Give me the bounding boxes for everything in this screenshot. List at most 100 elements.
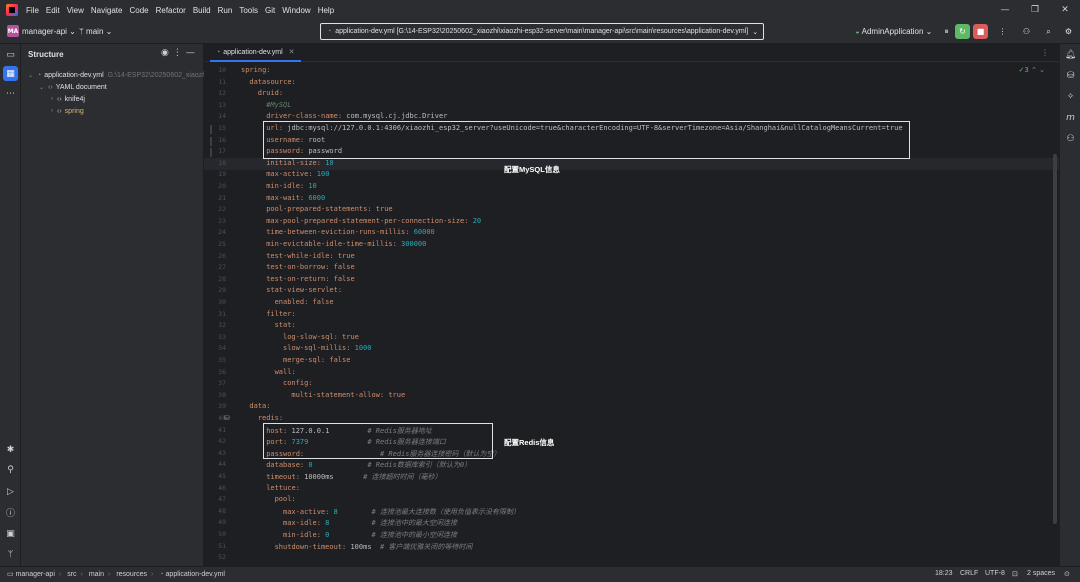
code-line[interactable]: multi-statement-allow: true: [291, 391, 405, 399]
code-line[interactable]: enabled: false: [275, 298, 334, 306]
menu-navigate[interactable]: Navigate: [91, 6, 123, 15]
code-line[interactable]: slow-sql-millis: 1000: [283, 344, 372, 352]
close-window-icon[interactable]: ✕: [1050, 0, 1080, 20]
project-selector[interactable]: manager-api ⌄: [22, 27, 76, 36]
add-user-icon[interactable]: ⚇: [1019, 24, 1034, 39]
file-encoding[interactable]: UTF-8: [985, 570, 1005, 577]
minimize-panel-icon[interactable]: —: [186, 48, 199, 58]
inspection-widget[interactable]: ✓3 ⌃ ⌄: [1018, 66, 1045, 74]
breadcrumb-item[interactable]: resources: [116, 571, 147, 578]
code-line[interactable]: driver-class-name: com.mysql.cj.jdbc.Dri…: [266, 112, 447, 120]
line-separator[interactable]: CRLF: [960, 570, 978, 577]
caret-position[interactable]: 18:23: [935, 570, 953, 577]
code-line[interactable]: #MySQL: [266, 101, 291, 109]
terminal-icon[interactable]: ▣: [3, 526, 18, 541]
restore-icon[interactable]: ❐: [1020, 0, 1050, 20]
menu-file[interactable]: File: [26, 6, 39, 15]
code-line[interactable]: max-pool-prepared-statement-per-connecti…: [266, 217, 481, 225]
minimize-icon[interactable]: —: [990, 0, 1020, 20]
problems-icon[interactable]: ⓘ: [3, 505, 18, 520]
breadcrumb-item[interactable]: src: [67, 571, 76, 578]
menu-refactor[interactable]: Refactor: [156, 6, 186, 15]
project-folder-icon[interactable]: ▭: [3, 47, 18, 62]
run-icon[interactable]: ▷: [3, 484, 18, 499]
vcs-icon[interactable]: ⊙: [1064, 570, 1070, 578]
close-tab-icon[interactable]: ✕: [289, 48, 295, 56]
code-line[interactable]: test-while-idle: true: [266, 252, 355, 260]
breadcrumb-item[interactable]: manager-api: [16, 571, 55, 578]
code-line[interactable]: shutdown-timeout: 100ms # 客户端优雅关闭的等待时间: [275, 542, 473, 552]
run-configuration-selector[interactable]: ◒ AdminApplication ⌄: [855, 27, 932, 36]
file-path-selector[interactable]: ◔ application-dev.yml [G:\14-ESP32\20250…: [320, 23, 764, 40]
code-line[interactable]: log-slow-sql: true: [283, 333, 359, 341]
change-marker[interactable]: [210, 136, 212, 146]
code-line[interactable]: lettuce:: [266, 484, 300, 492]
code-line[interactable]: data:: [249, 402, 270, 410]
database-icon[interactable]: ⛁: [1063, 68, 1078, 83]
stop-button[interactable]: ■: [973, 24, 988, 39]
tab-application-dev-yml[interactable]: ◔ application-dev.yml ✕: [210, 44, 301, 62]
more-tools-icon[interactable]: ⋯: [3, 86, 18, 101]
gradle-icon[interactable]: ⚇: [1063, 131, 1078, 146]
code-line[interactable]: pool-prepared-statements: true: [266, 205, 392, 213]
breadcrumb-item[interactable]: main: [89, 571, 104, 578]
menu-run[interactable]: Run: [218, 6, 233, 15]
code-line[interactable]: test-on-return: false: [266, 275, 355, 283]
options-menu-icon[interactable]: ⋮: [173, 48, 186, 58]
intellij-logo-icon[interactable]: [6, 4, 18, 16]
services-icon[interactable]: ⚲: [3, 462, 18, 477]
code-line[interactable]: max-active: 100: [266, 170, 329, 178]
pause-icon[interactable]: ⏸: [939, 24, 954, 39]
code-line[interactable]: timeout: 10000ms # 连接超时时间（毫秒）: [266, 472, 441, 482]
search-icon[interactable]: ⌕: [1041, 24, 1056, 39]
tree-yaml-document[interactable]: ⌄ ‹› YAML document: [39, 81, 107, 93]
menu-view[interactable]: View: [67, 6, 84, 15]
code-line[interactable]: min-idle: 10: [266, 182, 317, 190]
vertical-scrollbar[interactable]: [1053, 154, 1057, 524]
code-line[interactable]: stat-view-servlet:: [266, 286, 342, 294]
code-line[interactable]: merge-sql: false: [283, 356, 350, 364]
project-badge[interactable]: MA: [7, 25, 19, 37]
rerun-button[interactable]: ↻: [955, 24, 970, 39]
maven-icon[interactable]: m: [1063, 110, 1078, 125]
code-line[interactable]: config:: [283, 379, 313, 387]
structure-icon[interactable]: ▦: [3, 66, 18, 81]
breadcrumb-item[interactable]: application-dev.yml: [166, 571, 225, 578]
code-line[interactable]: max-wait: 6000: [266, 194, 325, 202]
debug-icon[interactable]: ✱: [3, 442, 18, 457]
notifications-bell-icon[interactable]: 🔔︎: [1063, 47, 1078, 62]
code-line[interactable]: filter:: [266, 310, 296, 318]
code-line[interactable]: min-evictable-idle-time-millis: 300000: [266, 240, 426, 248]
git-icon[interactable]: ᛘ: [3, 547, 18, 562]
tree-item-spring[interactable]: › ‹› spring: [51, 105, 84, 117]
menu-build[interactable]: Build: [193, 6, 211, 15]
lock-icon[interactable]: ⊡: [1012, 570, 1018, 578]
code-line[interactable]: pool:: [275, 495, 296, 503]
code-line[interactable]: max-active: 8 # 连接池最大连接数（使用负值表示没有限制）: [283, 507, 520, 517]
code-line[interactable]: redis:: [258, 414, 283, 422]
tree-item-knife4j[interactable]: › ‹› knife4j: [51, 93, 85, 105]
menu-help[interactable]: Help: [318, 6, 334, 15]
code-line[interactable]: min-idle: 0 # 连接池中的最小空闲连接: [283, 530, 457, 540]
code-line[interactable]: max-idle: 8 # 连接池中的最大空闲连接: [283, 518, 457, 528]
tab-menu-icon[interactable]: ⋮: [1041, 48, 1049, 57]
menu-window[interactable]: Window: [282, 6, 310, 15]
menu-edit[interactable]: Edit: [46, 6, 60, 15]
branch-selector[interactable]: ᛘ main ⌄: [79, 27, 112, 36]
code-line[interactable]: spring:: [241, 66, 271, 74]
code-line[interactable]: druid:: [258, 89, 283, 97]
code-line[interactable]: initial-size: 10: [266, 159, 333, 167]
code-line[interactable]: stat:: [275, 321, 296, 329]
menu-tools[interactable]: Tools: [239, 6, 258, 15]
code-line[interactable]: wall:: [275, 368, 296, 376]
change-marker[interactable]: [210, 125, 212, 134]
settings-gear-icon[interactable]: ⚙: [1061, 24, 1076, 39]
menu-code[interactable]: Code: [129, 6, 148, 15]
code-line[interactable]: test-on-borrow: false: [266, 263, 355, 271]
indent-setting[interactable]: 2 spaces: [1027, 570, 1055, 577]
menu-git[interactable]: Git: [265, 6, 275, 15]
code-line[interactable]: datasource:: [249, 78, 295, 86]
tree-root[interactable]: ⌄ ◔ application-dev.yml G:\14-ESP32\2025…: [28, 69, 206, 81]
change-marker[interactable]: [210, 148, 212, 158]
view-options-icon[interactable]: ◉: [161, 48, 173, 58]
